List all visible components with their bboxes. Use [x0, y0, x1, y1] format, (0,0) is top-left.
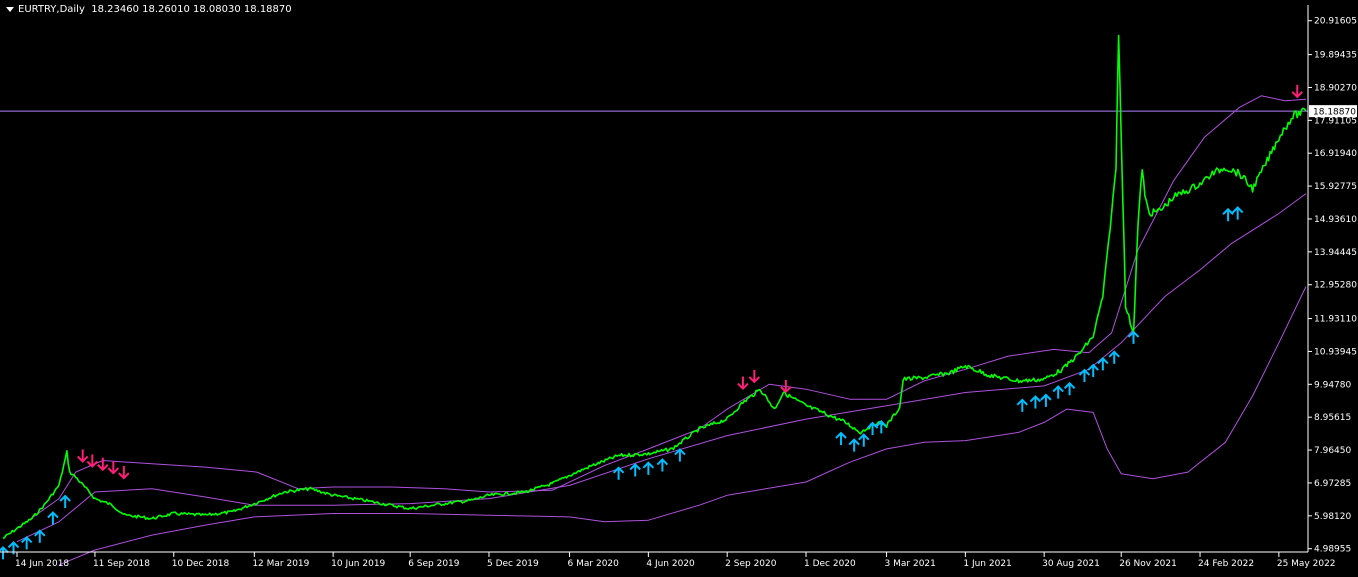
- y-tick-label: 20.91605: [1314, 17, 1357, 27]
- x-tick-label: 30 Aug 2021: [1042, 559, 1100, 569]
- x-tick-label: 4 Jun 2020: [646, 559, 695, 569]
- x-tick-label: 1 Jun 2021: [963, 559, 1011, 569]
- x-tick-label: 10 Jun 2019: [331, 559, 385, 569]
- y-tick-label: 18.90270: [1314, 83, 1357, 93]
- x-tick-label: 26 Nov 2021: [1119, 559, 1177, 569]
- x-tick-label: 2 Sep 2020: [725, 559, 777, 569]
- y-tick-label: 13.94445: [1314, 248, 1357, 258]
- x-tick-label: 11 Sep 2018: [93, 559, 150, 569]
- chart-window[interactable]: 20.91605 19.89435 18.90270 17.91105 16.91940…: [0, 0, 1358, 573]
- x-tick-label: 6 Mar 2020: [568, 559, 620, 569]
- dropdown-triangle-icon[interactable]: [6, 6, 14, 12]
- y-tick-label: 10.93945: [1314, 347, 1357, 357]
- y-tick-label: 14.93610: [1314, 215, 1357, 225]
- chart-background: [0, 0, 1358, 573]
- current-price-text: 18.18870: [1313, 108, 1356, 118]
- y-tick-label: 19.89435: [1314, 51, 1357, 61]
- x-tick-label: 6 Sep 2019: [408, 559, 460, 569]
- y-tick-label: 17.91105: [1314, 116, 1357, 126]
- y-tick-label: 11.93110: [1314, 315, 1357, 325]
- y-tick-label: 4.98955: [1314, 545, 1351, 555]
- chart-ohlc: 18.23460 18.26010 18.08030 18.18870: [91, 4, 292, 15]
- x-tick-label: 5 Dec 2019: [487, 559, 539, 569]
- current-price-label: 18.18870: [1309, 105, 1357, 118]
- chart-header: EURTRY,Daily 18.23460 18.26010 18.08030 …: [6, 4, 292, 15]
- y-tick-label: 16.91940: [1314, 149, 1357, 159]
- y-tick-label: 12.95280: [1314, 281, 1357, 291]
- y-tick-label: 7.96450: [1314, 446, 1351, 456]
- y-tick-label: 9.94780: [1314, 380, 1351, 390]
- x-tick-label: 14 Jun 2018: [15, 559, 69, 569]
- chart-symbol: EURTRY,Daily: [18, 4, 85, 15]
- y-tick-label: 6.97285: [1314, 479, 1351, 489]
- x-tick-label: 10 Dec 2018: [172, 559, 230, 569]
- y-tick-label: 8.95615: [1314, 413, 1351, 423]
- x-tick-label: 12 Mar 2019: [252, 559, 309, 569]
- x-tick-label: 3 Mar 2021: [885, 559, 936, 569]
- y-tick-label: 5.98120: [1314, 512, 1351, 522]
- x-tick-label: 1 Dec 2020: [804, 559, 856, 569]
- x-tick-label: 24 Feb 2022: [1198, 559, 1254, 569]
- x-tick-label: 25 May 2022: [1277, 559, 1336, 569]
- price-chart[interactable]: 20.91605 19.89435 18.90270 17.91105 16.91940…: [0, 0, 1358, 573]
- y-tick-label: 15.92775: [1314, 182, 1357, 192]
